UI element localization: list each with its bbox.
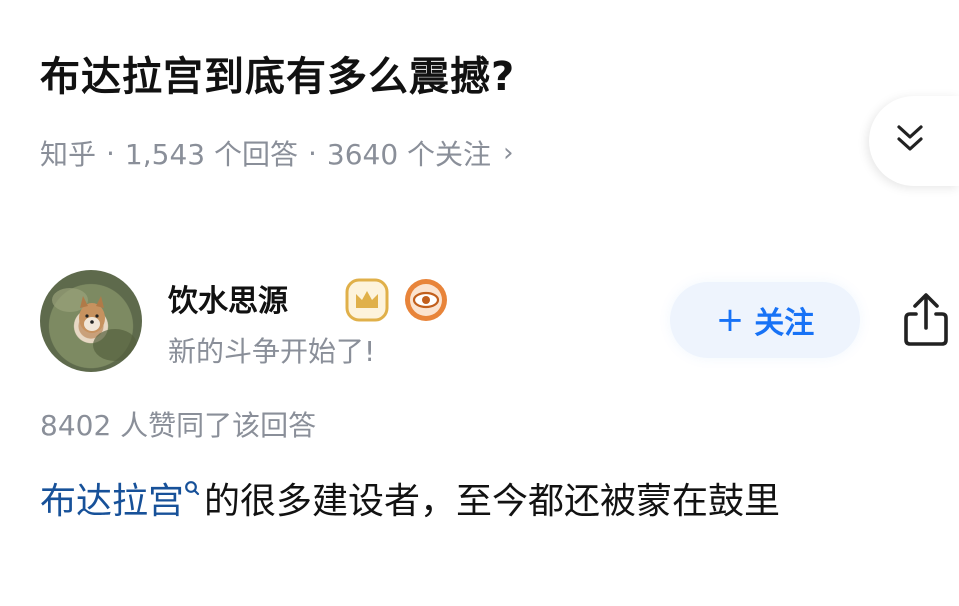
share-icon[interactable] (900, 290, 952, 350)
answer-count: 1,543 个回答 (124, 138, 298, 171)
follow-label: 关注 (754, 306, 815, 341)
vote-count: 8402 人赞同了该回答 (40, 409, 317, 442)
question-title[interactable]: 布达拉宫到底有多么震撼? (40, 44, 515, 102)
source-label: 知乎 (40, 138, 97, 171)
plus-icon: + (715, 300, 745, 340)
meta-separator: · (106, 136, 115, 170)
question-meta[interactable]: 知乎 · 1,543 个回答 · 3640 个关注 › (40, 133, 513, 173)
chevron-right-icon: › (503, 138, 514, 168)
double-chevron-down-icon (897, 125, 923, 151)
avatar[interactable] (40, 270, 142, 372)
keyword-link[interactable]: 布达拉宫 (40, 481, 184, 522)
expand-button[interactable] (869, 96, 959, 186)
meta-separator: · (307, 136, 317, 170)
follower-count: 3640 个关注 (326, 138, 492, 171)
search-icon (185, 481, 200, 496)
author-bio: 新的斗争开始了! (168, 335, 376, 368)
answer-text: 的很多建设者，至今都还被蒙在鼓里 (204, 481, 781, 522)
crown-badge-icon (345, 278, 389, 322)
eye-badge-icon (405, 279, 447, 321)
author-name[interactable]: 饮水思源 (168, 276, 288, 320)
answer-body[interactable]: 布达拉宫 的很多建设者，至今都还被蒙在鼓里 (40, 470, 940, 534)
follow-button[interactable]: + 关注 (670, 282, 860, 358)
